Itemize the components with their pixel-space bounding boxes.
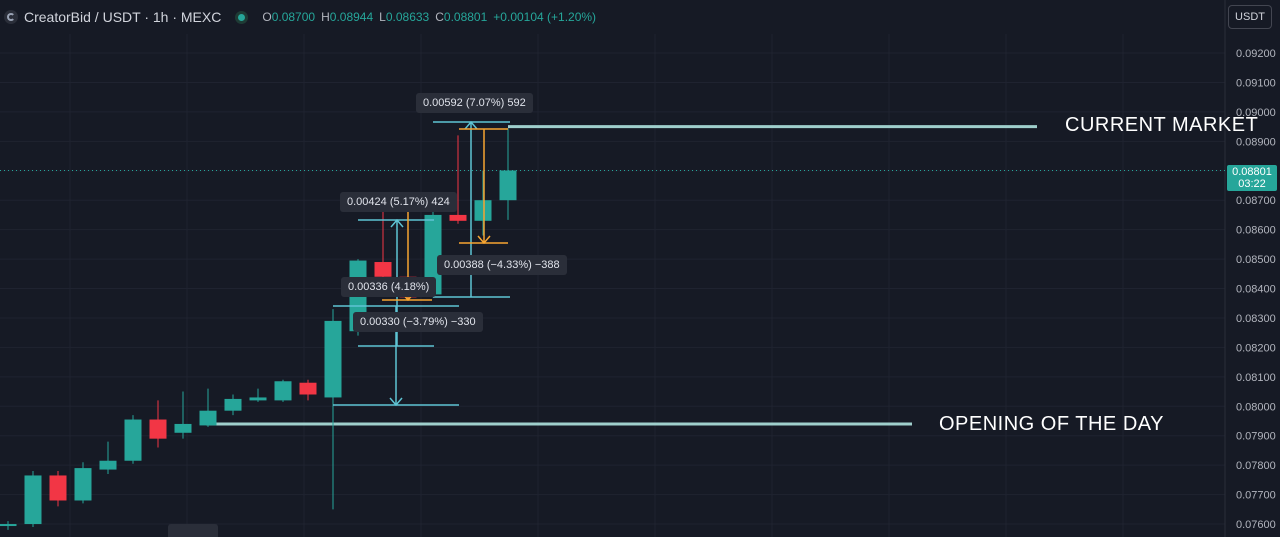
- price-tick-label: 0.08700: [1236, 195, 1276, 207]
- open-value: 0.08700: [271, 10, 316, 24]
- candle: [249, 388, 267, 402]
- candle-body: [374, 262, 392, 277]
- last-price-value: 0.08801: [1232, 166, 1272, 178]
- market-open-icon: [235, 10, 249, 24]
- measure-label-3[interactable]: 0.00388 (−4.33%) −388: [437, 255, 567, 275]
- candle-body: [0, 524, 17, 527]
- candle-body: [299, 382, 317, 395]
- opening-of-day-annotation[interactable]: OPENING OF THE DAY: [939, 413, 1164, 436]
- low-label: L: [379, 10, 386, 24]
- price-tick-label: 0.08500: [1236, 254, 1276, 266]
- candle: [299, 379, 317, 401]
- close-value: 0.08801: [443, 10, 488, 24]
- measure-label-1[interactable]: 0.00592 (7.07%) 592: [416, 93, 533, 113]
- candle: [0, 521, 17, 530]
- measure-label-4[interactable]: 0.00336 (4.18%): [341, 277, 437, 297]
- change-value: +0.00104 (+1.20%): [493, 10, 597, 24]
- bar-countdown: 03:22: [1238, 178, 1266, 190]
- price-tick-label: 0.08000: [1236, 401, 1276, 413]
- candle: [274, 379, 292, 402]
- measure-label-5[interactable]: 0.00330 (−3.79%) −330: [353, 312, 483, 332]
- open-label: O: [262, 10, 272, 24]
- measure-label-2[interactable]: 0.00424 (5.17%) 424: [340, 192, 457, 212]
- candle-body: [249, 397, 267, 401]
- chart-header: CreatorBid / USDT · 1h · MEXC O0.08700 H…: [0, 0, 1220, 34]
- symbol-title[interactable]: CreatorBid / USDT · 1h · MEXC: [24, 9, 221, 25]
- currency-selector-button[interactable]: USDT: [1228, 5, 1272, 29]
- price-chart[interactable]: 0.092000.091000.090000.089000.088000.087…: [0, 0, 1280, 537]
- price-tick-label: 0.07600: [1236, 519, 1276, 531]
- candle: [24, 471, 42, 527]
- candle-body: [49, 475, 67, 501]
- candle: [99, 441, 117, 474]
- candle-body: [99, 460, 117, 470]
- chart-grid: [0, 34, 1225, 537]
- candle: [174, 391, 192, 439]
- price-tick-label: 0.09200: [1236, 48, 1276, 60]
- price-tick-label: 0.08400: [1236, 284, 1276, 296]
- high-label: H: [321, 10, 330, 24]
- candle-body: [474, 200, 492, 221]
- candle-body: [149, 419, 167, 439]
- candle-body: [74, 468, 92, 501]
- candle-body: [499, 170, 517, 201]
- candle: [499, 128, 517, 220]
- candle: [74, 462, 92, 504]
- candle: [199, 388, 217, 427]
- candle-body: [199, 410, 217, 426]
- price-tick-label: 0.07700: [1236, 490, 1276, 502]
- price-tick-label: 0.08100: [1236, 372, 1276, 384]
- price-tick-label: 0.08900: [1236, 136, 1276, 148]
- candle-body: [24, 475, 42, 525]
- candle: [224, 394, 242, 416]
- low-value: 0.08633: [385, 10, 430, 24]
- candle: [474, 170, 492, 236]
- candle-body: [124, 419, 142, 461]
- candle-body: [449, 214, 467, 221]
- price-tick-label: 0.07800: [1236, 460, 1276, 472]
- current-market-annotation[interactable]: CURRENT MARKET: [1065, 114, 1258, 137]
- candle: [124, 415, 142, 464]
- candle-body: [274, 381, 292, 401]
- candle-body: [324, 320, 342, 398]
- price-tick-label: 0.07900: [1236, 431, 1276, 443]
- price-tick-label: 0.08200: [1236, 342, 1276, 354]
- candle: [324, 309, 342, 510]
- ohlc-values: O0.08700 H0.08944 L0.08633 C0.08801 +0.0…: [262, 10, 596, 24]
- high-value: 0.08944: [329, 10, 374, 24]
- candle-body: [224, 398, 242, 411]
- price-tick-label: 0.08300: [1236, 313, 1276, 325]
- last-price-tag: 0.08801 03:22: [1227, 165, 1277, 191]
- close-label: C: [435, 10, 444, 24]
- price-tick-label: 0.08600: [1236, 225, 1276, 237]
- price-tick-label: 0.09100: [1236, 77, 1276, 89]
- symbol-logo-icon[interactable]: [4, 10, 18, 24]
- candle: [149, 400, 167, 448]
- scroll-to-end-handle[interactable]: [168, 524, 218, 537]
- candle: [49, 471, 67, 507]
- candle-body: [174, 423, 192, 433]
